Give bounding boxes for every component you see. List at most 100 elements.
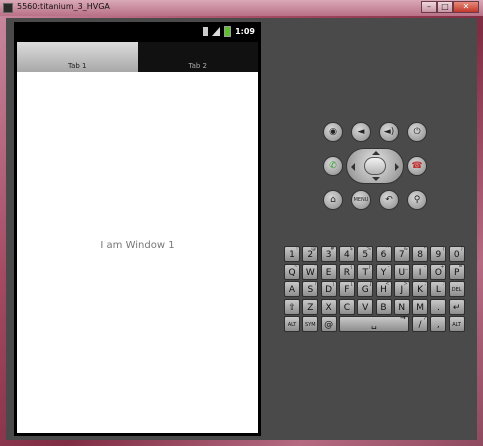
key-alt-label: `: [332, 263, 335, 270]
key-alt-label: ": [313, 263, 317, 270]
app-icon: [3, 3, 13, 13]
key-0-6[interactable]: 7 &: [393, 246, 410, 262]
key-3-5[interactable]: B: [375, 298, 392, 315]
key-label: /: [418, 320, 422, 330]
dpad-center-button[interactable]: [364, 157, 386, 175]
key-label: ␣: [371, 320, 377, 330]
key-label: @: [324, 320, 334, 330]
key-2-3[interactable]: F[: [338, 281, 355, 297]
signal-icon: [212, 27, 221, 36]
key-4-5[interactable]: /?: [412, 316, 428, 332]
key-4-6[interactable]: ,: [430, 316, 447, 332]
status-bar: 1:09: [14, 22, 261, 42]
key-label: ⇧: [288, 302, 296, 313]
search-icon[interactable]: ⚲: [407, 190, 427, 210]
key-alt-label: _: [405, 263, 408, 270]
key-0-9[interactable]: 0): [448, 246, 465, 262]
key-label: G: [361, 285, 369, 295]
volume-down-icon[interactable]: ◄: [351, 122, 371, 142]
key-2-9[interactable]: DEL: [448, 281, 465, 297]
dpad-left-icon[interactable]: [351, 163, 355, 171]
key-0-7[interactable]: 8 *: [412, 246, 429, 262]
key-label: V: [362, 302, 369, 313]
window-content: I am Window 1: [17, 72, 258, 433]
key-4-0[interactable]: ALT: [284, 316, 300, 332]
key-1-1[interactable]: W ": [302, 263, 319, 280]
key-alt-label: {: [349, 263, 353, 270]
key-3-2[interactable]: X: [320, 298, 337, 315]
key-3-3[interactable]: C: [338, 298, 355, 315]
key-2-2[interactable]: D |: [320, 281, 337, 297]
key-alt-label: !: [295, 246, 298, 252]
key-2-4[interactable]: G]: [357, 281, 374, 297]
key-0-8[interactable]: 9(: [430, 246, 447, 262]
key-3-7[interactable]: M: [412, 298, 429, 315]
key-3-4[interactable]: V: [357, 298, 374, 315]
key-alt-label: :: [442, 281, 445, 287]
key-0-3[interactable]: 4 $: [338, 246, 355, 262]
key-0-1[interactable]: 2 @: [302, 246, 319, 262]
key-label: 9: [435, 250, 442, 260]
dpad-right-icon[interactable]: [395, 163, 399, 171]
power-icon[interactable]: ⏻: [407, 122, 427, 142]
window-titlebar[interactable]: 5560:titanium_3_HVGA – □ ✕: [0, 0, 483, 16]
maximize-button[interactable]: □: [437, 1, 453, 13]
key-0-2[interactable]: 3 #: [320, 246, 337, 262]
dpad-up-icon[interactable]: [372, 151, 380, 155]
minimize-button[interactable]: –: [421, 1, 437, 13]
key-label: M: [416, 302, 424, 313]
key-3-1[interactable]: Z: [302, 298, 319, 315]
key-label: X: [325, 302, 332, 313]
key-3-6[interactable]: N: [393, 298, 410, 315]
back-icon[interactable]: ↶: [379, 190, 399, 210]
key-1-5[interactable]: Y-: [375, 263, 392, 280]
key-label: I: [418, 267, 422, 278]
key-4-7[interactable]: ALT: [448, 316, 465, 332]
key-1-9[interactable]: P =: [448, 263, 465, 280]
key-alt-label: –: [423, 263, 427, 270]
key-1-4[interactable]: T}: [357, 263, 374, 280]
key-1-3[interactable]: R{: [338, 263, 355, 280]
close-button[interactable]: ✕: [453, 1, 479, 13]
key-2-5[interactable]: H <: [375, 281, 392, 297]
key-alt-label: >: [403, 281, 408, 287]
key-label: Z: [307, 302, 314, 313]
end-call-icon[interactable]: ☎: [407, 156, 427, 176]
key-1-8[interactable]: O +: [430, 263, 447, 280]
volume-up-icon[interactable]: ◄): [379, 122, 399, 142]
device-screen: 1:09 Tab 1 Tab 2 I am Window 1: [14, 22, 261, 436]
key-2-8[interactable]: L:: [430, 281, 447, 297]
key-label: 1: [289, 250, 295, 260]
key-4-3[interactable]: ␣: [338, 316, 409, 332]
key-1-6[interactable]: U _: [393, 263, 410, 280]
dpad[interactable]: [346, 148, 404, 184]
key-3-8[interactable]: .: [430, 298, 447, 315]
key-1-7[interactable]: I –: [412, 263, 429, 280]
key-0-5[interactable]: 6 ^: [375, 246, 392, 262]
key-2-0[interactable]: A: [284, 281, 300, 297]
emulator-window: 5560:titanium_3_HVGA – □ ✕ 1:09 Tab 1 Ta…: [0, 0, 483, 446]
dpad-down-icon[interactable]: [372, 177, 380, 181]
key-2-6[interactable]: J >: [393, 281, 410, 297]
call-icon[interactable]: ✆: [323, 156, 343, 176]
tab-2[interactable]: Tab 2: [137, 42, 258, 72]
key-0-4[interactable]: 5%: [357, 246, 374, 262]
key-3-9[interactable]: ↵: [448, 298, 465, 315]
key-alt-label: +: [440, 263, 445, 270]
key-label: D: [325, 285, 333, 295]
key-label: B: [380, 302, 387, 313]
key-4-1[interactable]: SYM: [302, 316, 319, 332]
key-1-2[interactable]: E `: [320, 263, 337, 280]
key-4-2[interactable]: @: [320, 316, 337, 332]
key-3-0[interactable]: ⇧: [284, 298, 300, 315]
key-2-1[interactable]: S \: [302, 281, 319, 297]
camera-icon[interactable]: ◉: [323, 122, 343, 142]
menu-button[interactable]: MENU: [351, 190, 371, 210]
key-2-7[interactable]: K;: [412, 281, 429, 297]
key-alt-label: ]: [369, 281, 372, 287]
key-1-0[interactable]: Q ~: [284, 263, 300, 280]
home-icon[interactable]: ⌂: [323, 190, 343, 210]
key-0-0[interactable]: 1!: [284, 246, 300, 262]
key-label: A: [288, 285, 296, 295]
tab-1[interactable]: Tab 1: [17, 42, 138, 72]
